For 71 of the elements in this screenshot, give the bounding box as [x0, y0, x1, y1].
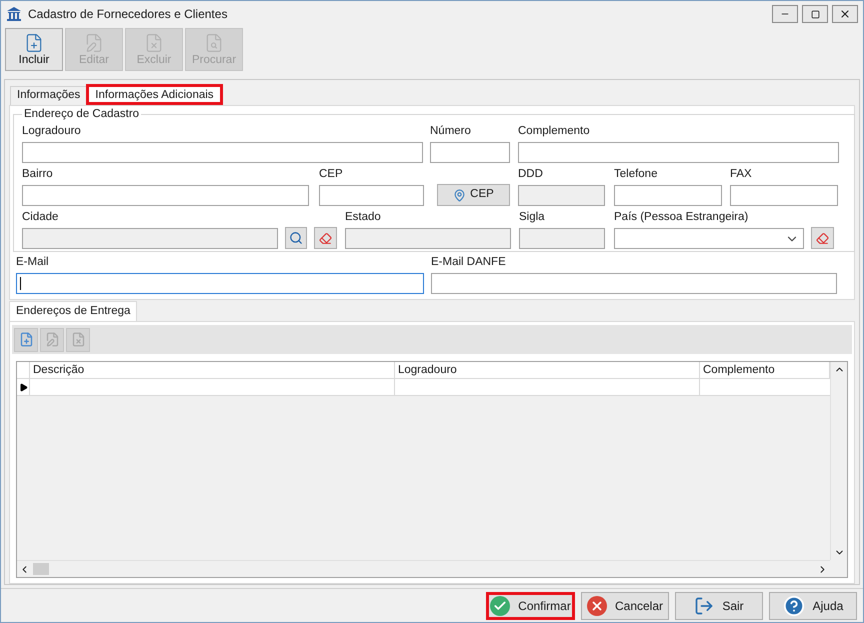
document-pen-icon: [44, 332, 60, 347]
column-header[interactable]: Logradouro: [395, 362, 700, 378]
building-icon: [6, 6, 22, 22]
field-label: Número: [430, 124, 472, 139]
field-label: Logradouro: [22, 124, 82, 139]
help-icon: [782, 594, 805, 616]
clear-button[interactable]: [811, 227, 834, 249]
add-button[interactable]: [14, 328, 38, 352]
field-label: Cidade: [22, 210, 60, 225]
clear-button[interactable]: [314, 227, 337, 249]
document-icon: [24, 32, 44, 52]
document-icon: [204, 32, 224, 52]
footer-button[interactable]: Cancelar: [581, 592, 669, 620]
input-field[interactable]: [22, 142, 423, 163]
field-label: Sigla: [519, 210, 546, 225]
edit-button[interactable]: [40, 328, 64, 352]
column-header[interactable]: Descrição: [30, 362, 395, 378]
field-label: País (Pessoa Estrangeira): [614, 210, 750, 225]
search-button[interactable]: [285, 227, 307, 249]
field-label: CEP: [319, 167, 344, 182]
input-field[interactable]: [319, 185, 424, 206]
input-field[interactable]: [22, 228, 278, 249]
eraser-icon: [319, 232, 332, 244]
tab[interactable]: Informações: [10, 86, 86, 105]
input-field[interactable]: [518, 142, 839, 163]
tab[interactable]: Informações Adicionais: [86, 84, 223, 105]
eraser-icon: [816, 232, 829, 244]
input-field[interactable]: [16, 273, 424, 294]
maximize-button[interactable]: [802, 5, 828, 23]
input-field[interactable]: [519, 228, 605, 249]
field-label: E-Mail DANFE: [431, 255, 507, 270]
field-label: DDD: [518, 167, 544, 182]
input-field[interactable]: [345, 228, 511, 249]
field-label: Estado: [345, 210, 382, 225]
field-label: FAX: [730, 167, 753, 182]
close-icon: [586, 596, 607, 616]
check-icon: [490, 596, 510, 616]
maximize-icon: [810, 10, 820, 18]
delete-button[interactable]: [66, 328, 90, 352]
document-plus-icon: [18, 332, 34, 347]
footer-button[interactable]: Sair: [675, 592, 763, 620]
cep-button[interactable]: CEP: [437, 184, 510, 206]
group-title: Endereço de Cadastro: [22, 107, 142, 121]
input-field[interactable]: [22, 185, 309, 206]
scroll-thumb[interactable]: [33, 563, 49, 575]
horizontal-scrollbar[interactable]: [17, 560, 830, 577]
dropdown-field[interactable]: [614, 228, 804, 249]
search-icon: [289, 231, 303, 245]
field-label: Telefone: [614, 167, 658, 182]
input-field[interactable]: [614, 185, 722, 206]
input-field[interactable]: [431, 273, 837, 294]
document-x-icon: [70, 332, 86, 347]
input-field[interactable]: [518, 185, 605, 206]
input-field[interactable]: [430, 142, 510, 163]
window-title: Cadastro de Fornecedores e Clientes: [28, 6, 228, 23]
row-indicator-icon: [18, 382, 28, 392]
text-cursor: [20, 277, 21, 290]
document-icon: [84, 32, 104, 52]
close-button[interactable]: [832, 5, 858, 23]
field-label: Complemento: [518, 124, 591, 139]
toolbar-button[interactable]: Incluir: [5, 28, 63, 71]
map-pin-icon: [453, 188, 466, 202]
document-icon: [144, 32, 164, 52]
footer-button[interactable]: Confirmar: [486, 592, 575, 620]
door-exit-icon: [694, 596, 714, 616]
field-label: Bairro: [22, 167, 54, 182]
field-label: E-Mail: [16, 255, 50, 270]
footer-button[interactable]: Ajuda: [769, 592, 857, 620]
close-icon: [839, 8, 851, 20]
tab[interactable]: Endereços de Entrega: [9, 301, 138, 321]
input-field[interactable]: [730, 185, 838, 206]
